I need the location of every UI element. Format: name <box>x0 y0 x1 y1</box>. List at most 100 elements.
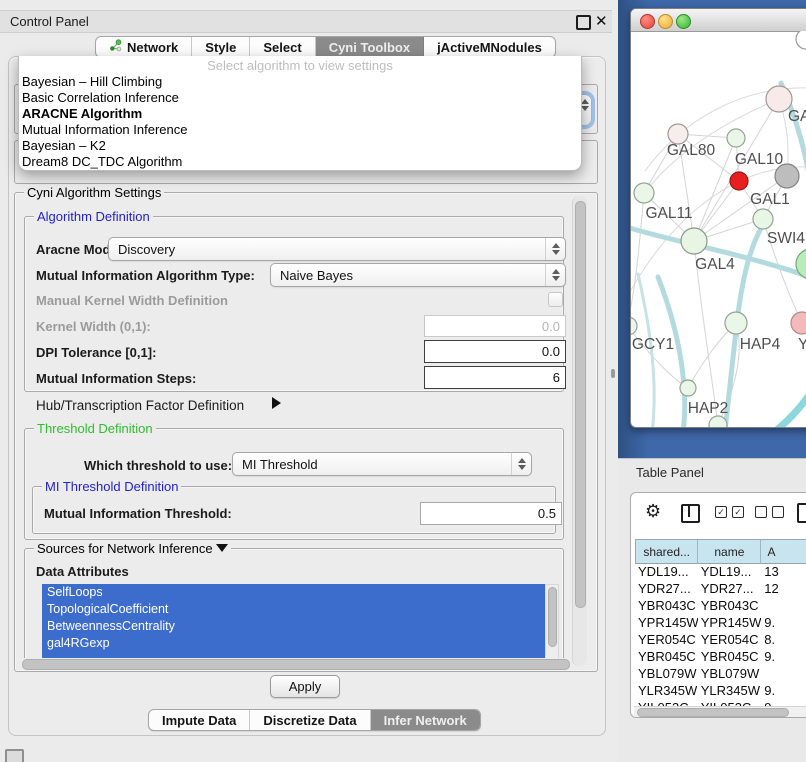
table-cell[interactable] <box>761 597 806 614</box>
table-row[interactable]: YBL079WYBL079W <box>635 665 806 682</box>
table-cell[interactable]: YBL079W <box>698 665 762 682</box>
float-window-icon[interactable] <box>576 15 591 30</box>
network-node[interactable] <box>791 312 806 334</box>
tab-style[interactable]: Style <box>192 37 250 57</box>
algorithm-option-dream8-dc-tdc-algorithm[interactable]: Dream8 DC_TDC Algorithm <box>19 154 581 170</box>
settings-horizontal-scrollbar[interactable] <box>20 658 572 670</box>
panel-divider-grip[interactable] <box>611 369 615 378</box>
gear-icon[interactable]: ⚙ <box>645 501 661 522</box>
network-node[interactable] <box>634 183 654 203</box>
network-window-titlebar[interactable] <box>631 9 806 32</box>
table-cell[interactable]: YBR045C <box>698 648 762 665</box>
algorithm-option-bayesian-hill-climbing[interactable]: Bayesian – Hill Climbing <box>19 74 581 90</box>
expand-arrow-icon[interactable] <box>272 397 281 409</box>
minimized-panel-icon[interactable] <box>5 749 24 762</box>
algorithm-option-bayesian-k2[interactable]: Bayesian – K2 <box>19 138 581 154</box>
table-cell[interactable]: YPR145W <box>635 614 698 631</box>
table-row[interactable]: YBR045CYBR045C9. <box>635 648 806 665</box>
aracne-mode-combobox[interactable]: Discovery <box>108 237 566 261</box>
network-node[interactable] <box>680 380 696 396</box>
table-row[interactable]: YBR043CYBR043C <box>635 597 806 614</box>
table-column-header-a[interactable]: A <box>761 540 806 564</box>
attribute-item-selfloops[interactable]: SelfLoops <box>42 584 558 601</box>
table-column-header-name[interactable]: name <box>698 540 761 564</box>
table-cell[interactable]: 9. <box>761 682 806 699</box>
table-hscroll-thumb[interactable] <box>637 708 789 717</box>
tab-cyni-toolbox[interactable]: Cyni Toolbox <box>316 37 424 57</box>
table-cell[interactable]: YBL079W <box>635 665 698 682</box>
table-cell[interactable]: 9 <box>761 699 806 706</box>
settings-hscroll-thumb[interactable] <box>22 659 570 670</box>
algorithm-option-basic-correlation-inference[interactable]: Basic Correlation Inference <box>19 90 581 106</box>
table-cell[interactable]: YBR043C <box>635 597 698 614</box>
network-node[interactable] <box>725 312 747 334</box>
mi-threshold-field[interactable]: 0.5 <box>420 502 562 525</box>
tab-network[interactable]: Network <box>96 37 192 57</box>
attribute-item-topologicalcoefficient[interactable]: TopologicalCoefficient <box>42 601 558 618</box>
network-node[interactable] <box>631 317 637 335</box>
mi-steps-field[interactable]: 6 <box>424 366 566 389</box>
close-traffic-light[interactable] <box>640 14 655 29</box>
table-cell[interactable]: YDR27... <box>698 580 762 597</box>
table-cell[interactable]: YBR045C <box>635 648 698 665</box>
close-icon[interactable]: ✕ <box>595 12 608 30</box>
zoom-traffic-light[interactable] <box>676 14 691 29</box>
network-node[interactable] <box>730 172 748 190</box>
table-cell[interactable]: YPR145W <box>698 614 762 631</box>
apply-button[interactable]: Apply <box>270 675 340 698</box>
which-threshold-combobox[interactable]: MI Threshold <box>232 452 532 476</box>
table-cell[interactable]: YIL053C <box>635 699 698 706</box>
network-canvas[interactable]: GALGAL80GAL10GAL1GAL11SWI4GAL4GCY1HAP4YH… <box>631 31 806 427</box>
deselect-all-checks-icon[interactable] <box>755 506 784 518</box>
table-cell[interactable]: YDL19... <box>698 563 762 580</box>
bottom-tab-discretize-data[interactable]: Discretize Data <box>250 710 370 730</box>
tab-jactivemnodules[interactable]: jActiveMNodules <box>424 37 555 57</box>
table-cell[interactable]: YLR345W <box>635 682 698 699</box>
table-cell[interactable]: 9. <box>761 648 806 665</box>
table-cell[interactable]: 9. <box>761 614 806 631</box>
table-cell[interactable]: YDR27... <box>635 580 698 597</box>
settings-vertical-scrollbar[interactable] <box>572 196 587 666</box>
minimize-traffic-light[interactable] <box>658 14 673 29</box>
bottom-tab-infer-network[interactable]: Infer Network <box>371 710 480 730</box>
network-node[interactable] <box>668 124 688 144</box>
columns-icon[interactable] <box>681 504 700 523</box>
table-row[interactable]: YER054CYER054C8. <box>635 631 806 648</box>
kernel-width-field[interactable]: 0.0 <box>424 315 566 337</box>
table-cell[interactable]: YBR043C <box>698 597 762 614</box>
manual-kernel-width-checkbox[interactable] <box>548 292 563 307</box>
hub-definition-label[interactable]: Hub/Transcription Factor Definition <box>36 398 244 413</box>
settings-vscroll-thumb[interactable] <box>575 201 586 608</box>
network-node[interactable] <box>681 228 707 254</box>
table-cell[interactable]: 13 <box>761 563 806 580</box>
table-cell[interactable]: YDL19... <box>635 563 698 580</box>
attributes-scroll-thumb[interactable] <box>548 587 557 647</box>
attributes-scrollbar[interactable] <box>545 584 559 660</box>
table-cell[interactable] <box>761 665 806 682</box>
algorithm-option-aracne-algorithm[interactable]: ARACNE Algorithm <box>19 106 581 122</box>
table-cell[interactable]: YER054C <box>635 631 698 648</box>
table-row[interactable]: YLR345WYLR345W9. <box>635 682 806 699</box>
table-column-header-shared[interactable]: shared... <box>636 540 698 564</box>
attribute-item-gal4rgexp[interactable]: gal4RGexp <box>42 635 558 652</box>
select-all-checks-icon[interactable]: ✓✓ <box>715 506 744 518</box>
table-row[interactable]: YIL053CYIL053C9 <box>635 699 806 706</box>
dpi-tolerance-field[interactable]: 0.0 <box>424 340 566 363</box>
mi-algorithm-type-combobox[interactable]: Naive Bayes <box>270 263 566 287</box>
attribute-item-betweennesscentrality[interactable]: BetweennessCentrality <box>42 618 558 635</box>
network-node[interactable] <box>727 129 745 147</box>
table-cell[interactable]: YIL053C <box>698 699 762 706</box>
table-cell[interactable]: YER054C <box>698 631 762 648</box>
table-row[interactable]: YDR27...YDR27...12 <box>635 580 806 597</box>
collapse-arrow-icon[interactable] <box>216 544 228 552</box>
network-node[interactable] <box>796 31 806 49</box>
table-horizontal-scrollbar[interactable] <box>634 706 806 717</box>
bottom-tab-impute-data[interactable]: Impute Data <box>149 710 250 730</box>
table-cell[interactable]: YLR345W <box>698 682 762 699</box>
table-cell[interactable]: 12 <box>761 580 806 597</box>
table-row[interactable]: YPR145WYPR145W9. <box>635 614 806 631</box>
network-node[interactable] <box>753 209 773 229</box>
export-table-icon[interactable] <box>797 503 806 523</box>
tab-select[interactable]: Select <box>250 37 315 57</box>
table-row[interactable]: YDL19...YDL19...13 <box>635 563 806 580</box>
